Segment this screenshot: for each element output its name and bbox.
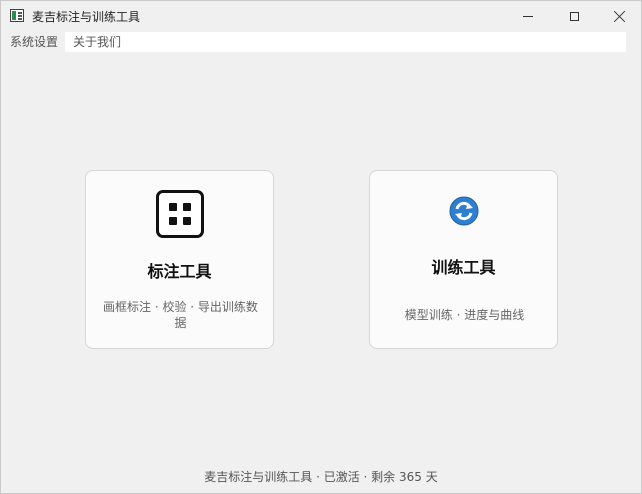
menu-item-system-settings[interactable]: 系统设置 [2, 32, 67, 52]
app-icon [10, 9, 24, 22]
maximize-icon [569, 11, 579, 21]
menu-bar: 系统设置 关于我们 [1, 32, 641, 52]
grid-icon [156, 190, 204, 238]
close-icon [614, 10, 626, 22]
training-tool-description: 模型训练 · 进度与曲线 [404, 308, 525, 322]
annotation-tool-title: 标注工具 [147, 262, 212, 281]
menu-item-about-us[interactable]: 关于我们 [65, 32, 626, 52]
annotation-tool-description: 画框标注 · 校验 · 导出训练数据 [103, 300, 258, 330]
window-title: 麦吉标注与训练工具 [32, 10, 141, 24]
training-tool-title: 训练工具 [431, 258, 496, 277]
maximize-button[interactable] [551, 1, 597, 31]
close-button[interactable] [597, 1, 642, 31]
sync-icon [449, 196, 479, 226]
minimize-icon [523, 15, 533, 17]
training-tool-card[interactable]: 训练工具 模型训练 · 进度与曲线 [369, 170, 558, 349]
annotation-tool-card[interactable]: 标注工具 画框标注 · 校验 · 导出训练数据 [85, 170, 274, 349]
minimize-button[interactable] [505, 1, 551, 31]
status-footer: 麦吉标注与训练工具 · 已激活 · 剩余 365 天 [204, 470, 438, 484]
title-bar[interactable]: 麦吉标注与训练工具 [1, 1, 641, 31]
app-window: 麦吉标注与训练工具 系统设置 关于我们 标注工具 画框标注 · 校验 · 导出训… [0, 0, 642, 494]
